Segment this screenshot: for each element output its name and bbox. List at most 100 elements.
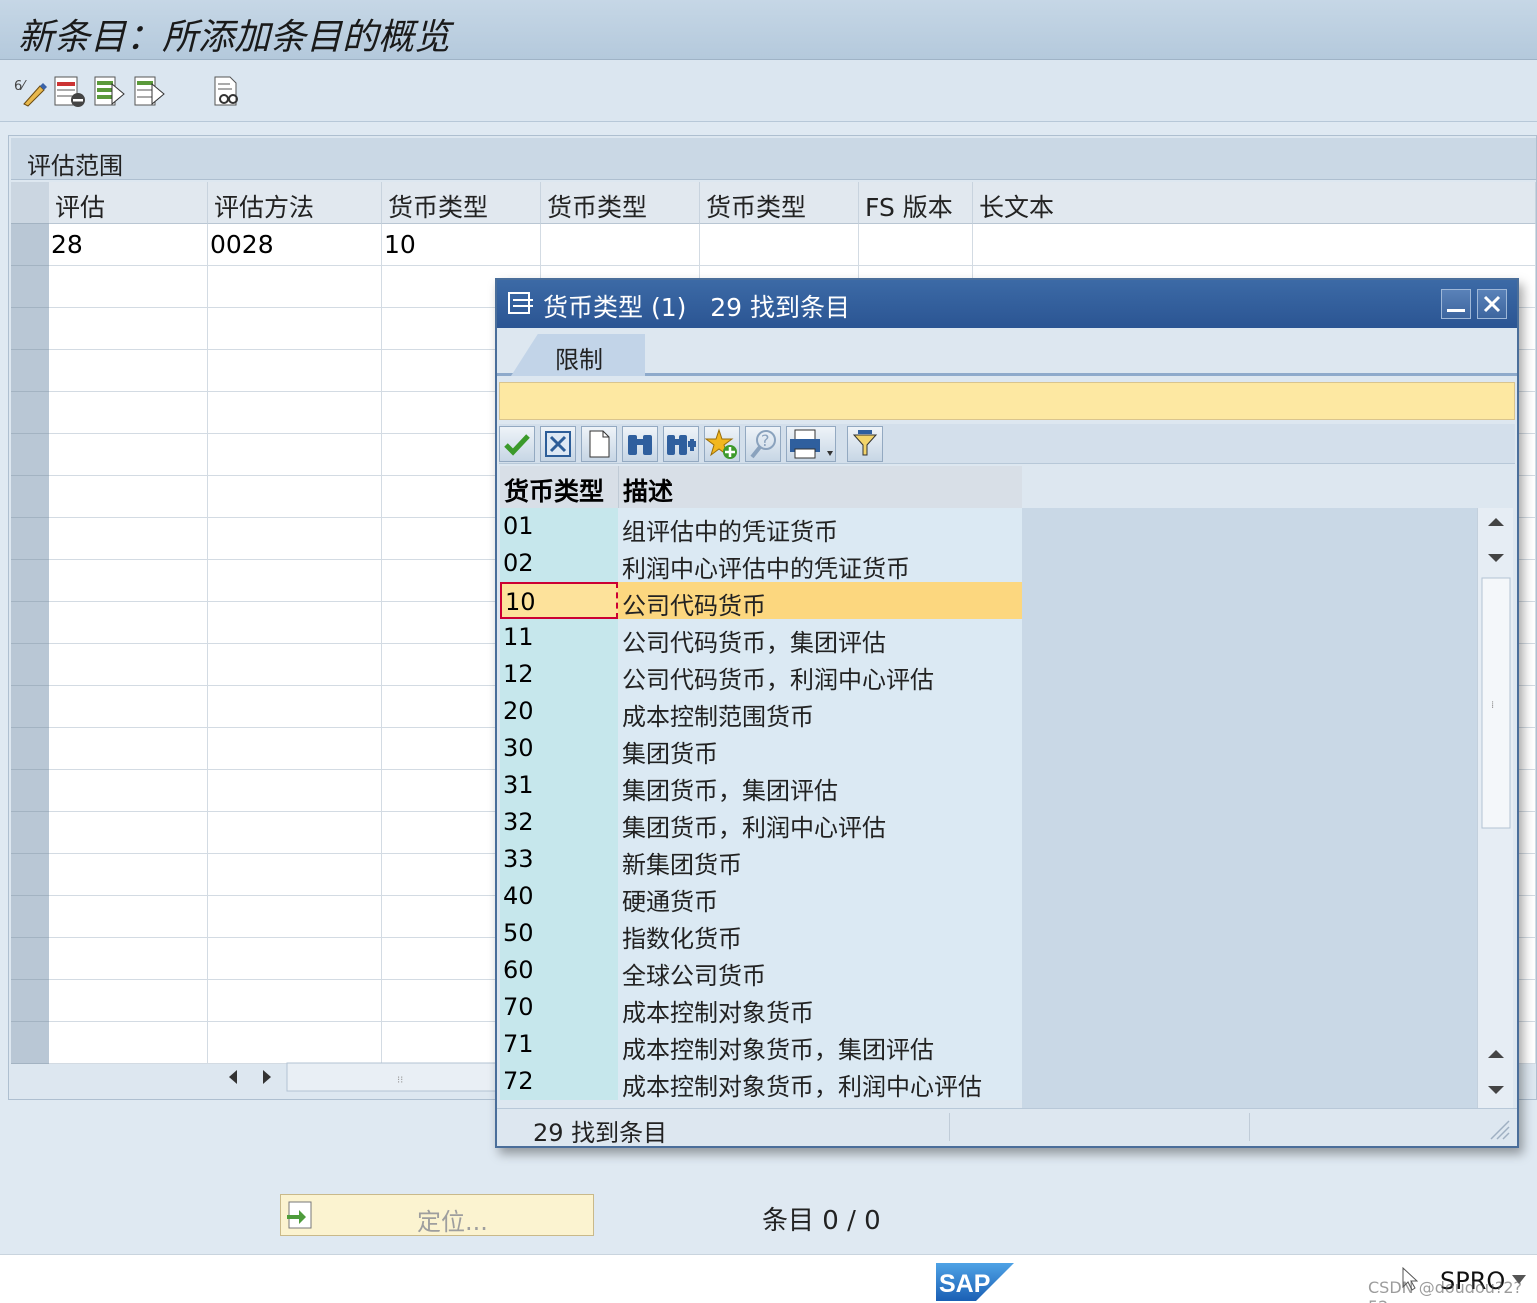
close-button[interactable] [1477,289,1507,319]
item-description[interactable]: 组评估中的凭证货币 [618,508,1022,546]
row-selector[interactable] [11,224,49,266]
item-description[interactable]: 集团货币，集团评估 [618,767,1022,805]
item-description[interactable]: 新集团货币 [618,841,1022,879]
list-item[interactable]: 11 公司代码货币，集团评估 [500,619,1022,657]
list-item[interactable]: 01 组评估中的凭证货币 [500,508,1022,546]
table-cell[interactable] [208,392,382,434]
list-item[interactable]: 71 成本控制对象货币，集团评估 [500,1026,1022,1064]
item-description[interactable]: 利润中心评估中的凭证货币 [618,545,1022,583]
delete-row-icon[interactable] [52,74,86,108]
table-cell[interactable] [208,1022,382,1064]
table-cell[interactable]: 0028 [208,224,382,266]
item-key[interactable]: 30 [500,730,618,767]
item-key[interactable]: 40 [500,878,618,915]
item-key[interactable]: 60 [500,952,618,989]
item-key[interactable]: 50 [500,915,618,952]
row-selector[interactable] [11,938,49,980]
item-key[interactable]: 12 [500,656,618,693]
item-description[interactable]: 指数化货币 [618,915,1022,953]
table-cell[interactable] [541,224,700,266]
item-description[interactable]: 成本控制对象货币 [618,989,1022,1027]
table-cell[interactable] [49,518,208,560]
row-selector[interactable] [11,392,49,434]
table-cell[interactable] [208,980,382,1022]
list-item[interactable]: 02 利润中心评估中的凭证货币 [500,545,1022,583]
table-cell[interactable] [49,896,208,938]
item-key[interactable]: 31 [500,767,618,804]
table-cell[interactable] [973,224,1536,266]
table-cell[interactable] [49,686,208,728]
table-cell[interactable] [208,266,382,308]
row-selector[interactable] [11,896,49,938]
list-item[interactable]: 50 指数化货币 [500,915,1022,953]
row-selector[interactable] [11,602,49,644]
table-cell[interactable] [208,896,382,938]
cancel-button[interactable] [540,426,576,462]
table-cell[interactable] [49,938,208,980]
table-cell[interactable] [859,224,973,266]
row-selector[interactable] [11,686,49,728]
table-cell[interactable] [49,854,208,896]
item-description[interactable]: 成本控制对象货币，集团评估 [618,1026,1022,1064]
item-description[interactable]: 集团货币 [618,730,1022,768]
locate-button[interactable]: 定位... [280,1194,594,1236]
list-item[interactable]: 72 成本控制对象货币，利润中心评估 [500,1063,1022,1101]
list-item[interactable]: 32 集团货币，利润中心评估 [500,804,1022,842]
display-change-icon[interactable]: 6⁄ [14,74,48,108]
table-cell[interactable] [49,770,208,812]
item-key[interactable]: 02 [500,545,618,582]
select-all-icon[interactable] [92,74,126,108]
row-selector[interactable] [11,434,49,476]
item-description[interactable]: 成本控制对象货币，利润中心评估 [618,1063,1022,1101]
column-header-key[interactable]: 货币类型 [500,466,618,508]
item-key[interactable]: 10 [500,582,618,619]
table-cell[interactable] [49,350,208,392]
find-next-button[interactable] [663,426,699,462]
table-cell[interactable] [49,644,208,686]
table-cell[interactable] [49,560,208,602]
add-favorite-button[interactable] [704,426,740,462]
item-key[interactable]: 20 [500,693,618,730]
tab-restrictions[interactable]: 限制 [511,334,645,376]
minimize-button[interactable] [1441,289,1471,319]
row-selector[interactable] [11,812,49,854]
table-cell[interactable] [208,644,382,686]
table-cell[interactable] [208,770,382,812]
table-cell[interactable] [49,812,208,854]
list-item[interactable]: 60 全球公司货币 [500,952,1022,990]
list-item[interactable]: 33 新集团货币 [500,841,1022,879]
select-all-cell[interactable] [11,182,49,224]
row-selector[interactable] [11,308,49,350]
confirm-button[interactable] [499,426,535,462]
list-item[interactable]: 31 集团货币，集团评估 [500,767,1022,805]
table-cell[interactable] [49,308,208,350]
list-item-selected[interactable]: 10 公司代码货币 [500,582,1022,620]
row-selector[interactable] [11,518,49,560]
deselect-all-icon[interactable] [132,74,166,108]
table-cell[interactable] [208,812,382,854]
item-key[interactable]: 72 [500,1063,618,1100]
item-description[interactable]: 硬通货币 [618,878,1022,916]
row-selector[interactable] [11,980,49,1022]
row-selector[interactable] [11,1022,49,1064]
details-icon[interactable] [210,74,244,108]
row-selector[interactable] [11,476,49,518]
table-cell[interactable] [49,392,208,434]
column-header[interactable]: 评估 [49,182,208,224]
list-item[interactable]: 40 硬通货币 [500,878,1022,916]
horizontal-scrollbar[interactable]: ⁝⁝ [219,1059,519,1095]
list-item[interactable]: 30 集团货币 [500,730,1022,768]
dialog-title-bar[interactable]: 货币类型 (1) 29 找到条目 [497,280,1517,328]
print-button[interactable] [786,426,836,462]
table-cell[interactable] [208,308,382,350]
table-cell[interactable] [208,560,382,602]
table-cell[interactable] [208,518,382,560]
row-selector[interactable] [11,770,49,812]
row-selector[interactable] [11,728,49,770]
column-header[interactable]: FS 版本 [859,182,973,224]
row-selector[interactable] [11,644,49,686]
table-cell[interactable] [208,854,382,896]
item-key[interactable]: 32 [500,804,618,841]
column-header-description[interactable]: 描述 [618,466,1022,508]
row-selector[interactable] [11,854,49,896]
